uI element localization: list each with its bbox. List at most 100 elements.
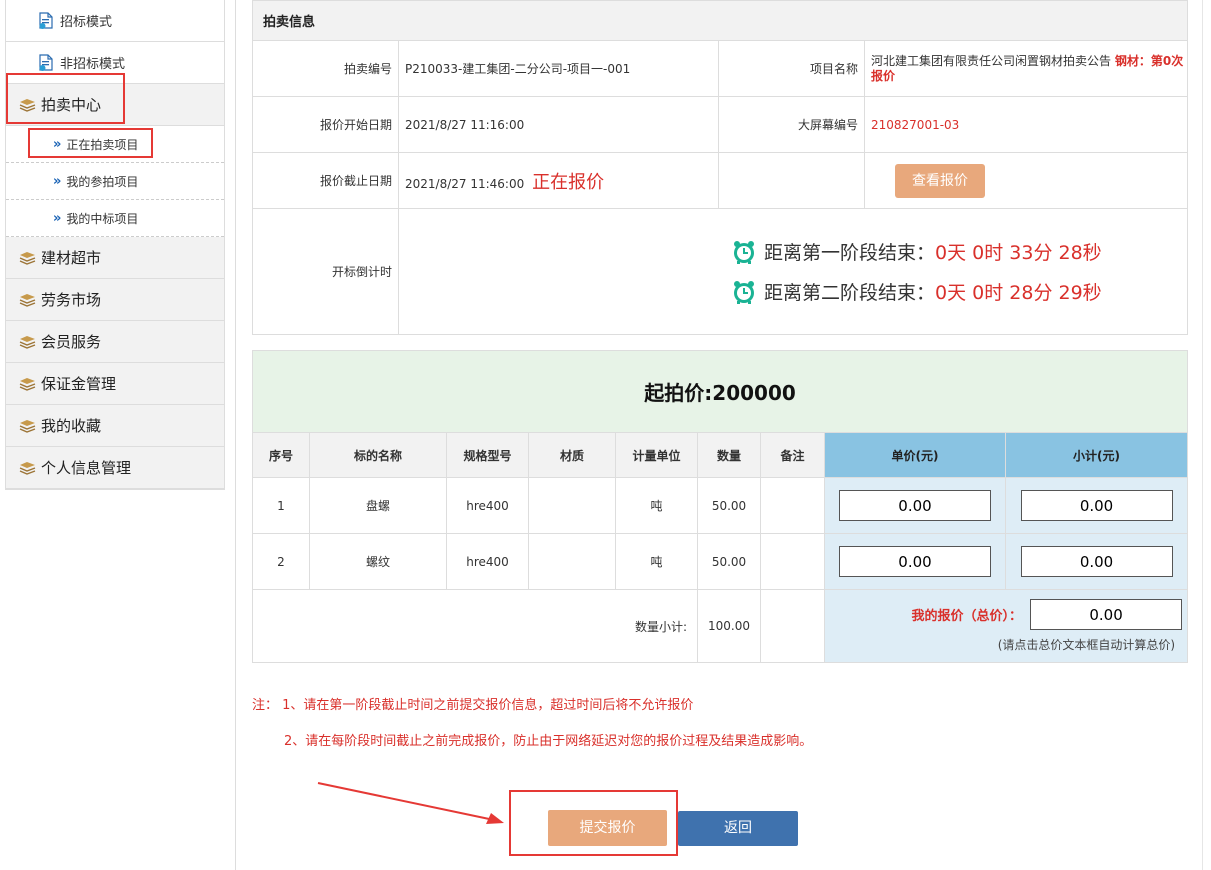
cell-note xyxy=(760,477,825,534)
sidebar-item-label: 招标模式 xyxy=(60,15,113,30)
sidebar-item-my-participations[interactable]: » 我的参拍项目 xyxy=(6,163,224,200)
view-quotes-button[interactable]: 查看报价 xyxy=(895,163,985,198)
countdown-value: 0天 0时 33分 28秒 xyxy=(935,242,1102,264)
total-cell: 我的报价（总价）： (请点击总价文本框自动计算总价) xyxy=(823,589,1189,663)
column-header: 标的名称 xyxy=(309,432,447,478)
end-date: 2021/8/27 11:46:00 xyxy=(405,176,525,191)
sidebar-section-label: 个人信息管理 xyxy=(41,459,132,477)
books-icon xyxy=(19,251,36,265)
my-total-label: 我的报价（总价）： xyxy=(911,609,1023,624)
submit-bid-button[interactable]: 提交报价 xyxy=(548,810,667,846)
cell-note xyxy=(760,533,825,590)
sidebar-item-label: 我的中标项目 xyxy=(66,211,139,226)
sidebar-section-label: 保证金管理 xyxy=(41,375,117,393)
cell-material xyxy=(528,477,616,534)
highlight-box-auction-center xyxy=(6,73,125,124)
note-line: 注： 1、请在第一阶段截止时间之前提交报价信息，超过时间后将不允许报价 xyxy=(252,698,694,713)
field-label: 项目名称 xyxy=(718,40,865,97)
column-header: 单价(元) xyxy=(824,432,1006,478)
subtotal-cell xyxy=(1004,533,1189,590)
sidebar-section-personal-info[interactable]: 个人信息管理 xyxy=(6,447,224,489)
subtotal-input[interactable] xyxy=(1020,490,1173,521)
countdown-value: 0天 0时 28分 29秒 xyxy=(935,282,1102,304)
divider xyxy=(1202,0,1203,870)
field-label: 大屏幕编号 xyxy=(718,96,865,153)
table-row: 1 盘螺 hre400 吨 50.00 xyxy=(252,477,1189,534)
unit-price-input[interactable] xyxy=(839,546,991,577)
notes: 注： 1、请在第一阶段截止时间之前提交报价信息，超过时间后将不允许报价 2、请在… xyxy=(252,694,812,749)
total-hint: (请点击总价文本框自动计算总价) xyxy=(997,638,1176,652)
sidebar-section-label: 劳务市场 xyxy=(41,291,102,309)
alarm-clock-icon xyxy=(732,240,756,264)
cell-name: 盘螺 xyxy=(309,477,447,534)
countdown-cell: 距离第一阶段结束： 0天 0时 33分 28秒 距离第二阶段结束： 0天 0时 … xyxy=(397,208,1189,335)
alarm-clock-icon xyxy=(732,280,756,304)
table-row: 2 螺纹 hre400 吨 50.00 xyxy=(252,533,1189,590)
sidebar-section-my-favorites[interactable]: 我的收藏 xyxy=(6,405,224,447)
books-icon xyxy=(19,293,36,307)
total-price-input[interactable] xyxy=(1030,599,1183,630)
unit-price-input[interactable] xyxy=(839,490,991,521)
qty-subtotal: 100.00 xyxy=(697,589,761,663)
start-date: 2021/8/27 11:16:00 xyxy=(398,96,719,153)
cell-spec: hre400 xyxy=(446,533,529,590)
cell-unit: 吨 xyxy=(615,477,698,534)
column-header: 规格型号 xyxy=(446,432,529,478)
sidebar-item-my-wins[interactable]: » 我的中标项目 xyxy=(6,200,224,237)
field-label: 拍卖编号 xyxy=(252,40,399,97)
project-name[interactable]: 河北建工集团有限责任公司闲置钢材拍卖公告 xyxy=(871,54,1111,68)
status-text: 正在报价 xyxy=(532,171,605,193)
empty-cell xyxy=(718,152,865,209)
sidebar-section-deposit-management[interactable]: 保证金管理 xyxy=(6,363,224,405)
project-name-cell: 河北建工集团有限责任公司闲置钢材拍卖公告 钢材：第0次报价 xyxy=(863,40,1189,97)
document-icon xyxy=(38,12,54,29)
cell-spec: hre400 xyxy=(446,477,529,534)
section-header: 拍卖信息 xyxy=(251,0,1189,41)
field-label: 报价截止日期 xyxy=(252,152,399,209)
countdown-label: 距离第一阶段结束： xyxy=(764,242,936,264)
column-header: 材质 xyxy=(528,432,616,478)
sidebar-section-label: 会员服务 xyxy=(41,333,102,351)
countdown-stage1: 距离第一阶段结束： 0天 0时 33分 28秒 xyxy=(732,232,1187,272)
sidebar-section-label: 我的收藏 xyxy=(41,417,102,435)
column-header: 计量单位 xyxy=(615,432,698,478)
column-header: 备注 xyxy=(760,432,825,478)
auction-number: P210033-建工集团-二分公司-项目一-001 xyxy=(398,40,719,97)
bid-table: 起拍价:200000 序号 标的名称 规格型号 材质 计量单位 数量 备注 单价… xyxy=(251,350,1189,663)
view-button-cell: 查看报价 xyxy=(863,152,1189,209)
cell-name: 螺纹 xyxy=(309,533,447,590)
screen-number: 210827001-03 xyxy=(863,96,1189,153)
countdown-stage2: 距离第二阶段结束： 0天 0时 28分 29秒 xyxy=(732,272,1187,312)
double-chevron-icon: » xyxy=(53,210,62,226)
qty-subtotal-label: 数量小计: xyxy=(252,589,698,663)
cell-unit: 吨 xyxy=(615,533,698,590)
cell-no: 1 xyxy=(252,477,310,534)
cell-no: 2 xyxy=(252,533,310,590)
sidebar-section-building-materials[interactable]: 建材超市 xyxy=(6,237,224,279)
books-icon xyxy=(19,335,36,349)
note-line: 2、请在每阶段时间截止之前完成报价，防止由于网络延迟对您的报价过程及结果造成影响… xyxy=(284,734,813,749)
cell-qty: 50.00 xyxy=(697,477,761,534)
sidebar-section-member-services[interactable]: 会员服务 xyxy=(6,321,224,363)
subtotal-cell xyxy=(1004,477,1189,534)
books-icon xyxy=(19,461,36,475)
sidebar-item-bidding-mode[interactable]: 招标模式 xyxy=(6,0,224,42)
cell-qty: 50.00 xyxy=(697,533,761,590)
column-header: 序号 xyxy=(252,432,310,478)
double-chevron-icon: » xyxy=(53,173,62,189)
sidebar-section-labor-market[interactable]: 劳务市场 xyxy=(6,279,224,321)
back-button[interactable]: 返回 xyxy=(678,811,798,846)
divider xyxy=(235,0,236,870)
start-price: 起拍价:200000 xyxy=(251,350,1189,433)
sidebar-item-label: 非招标模式 xyxy=(60,57,126,72)
subtotal-input[interactable] xyxy=(1020,546,1173,577)
unit-price-cell xyxy=(824,533,1006,590)
field-label: 开标倒计时 xyxy=(252,208,399,335)
auction-info-table: 拍卖信息 拍卖编号 P210033-建工集团-二分公司-项目一-001 项目名称… xyxy=(251,0,1189,335)
unit-price-cell xyxy=(824,477,1006,534)
sidebar-section-label: 建材超市 xyxy=(41,249,102,267)
sidebar-item-label: 我的参拍项目 xyxy=(66,174,139,189)
books-icon xyxy=(19,377,36,391)
total-row: 我的报价（总价）： xyxy=(825,599,1187,630)
column-header: 数量 xyxy=(697,432,761,478)
